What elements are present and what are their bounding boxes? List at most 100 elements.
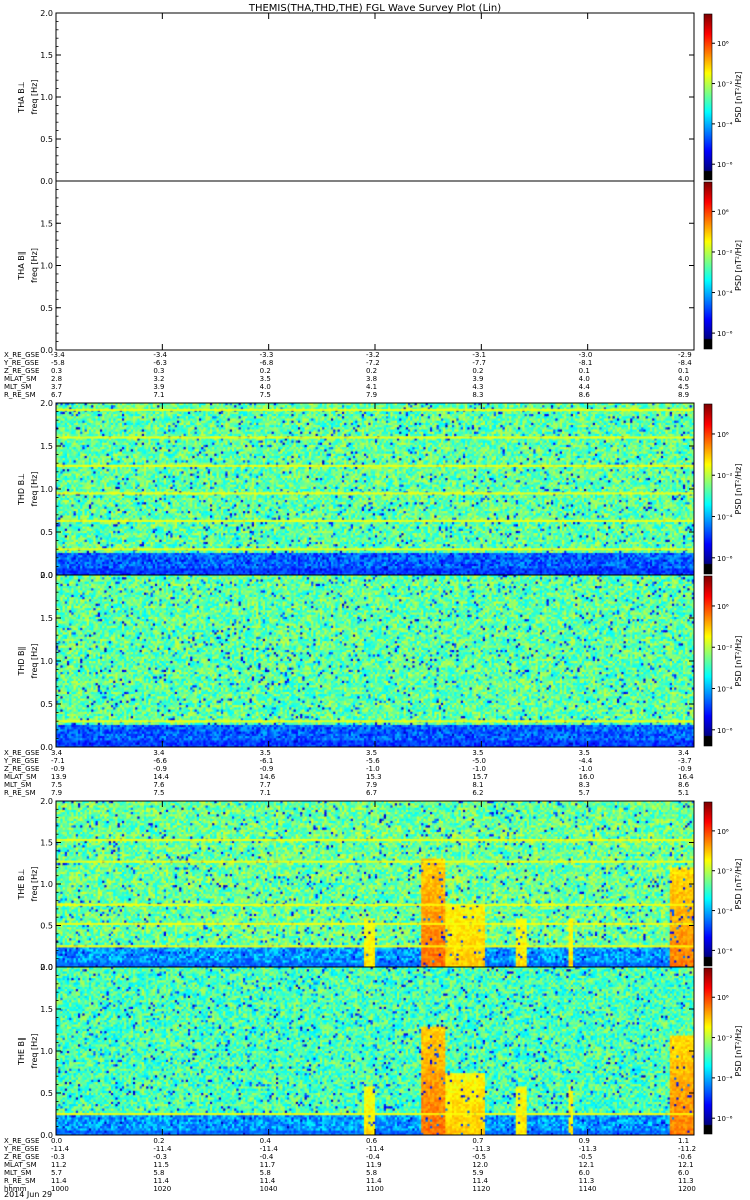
ephemeris-value: 15.3 — [366, 773, 382, 781]
ephemeris-label: R_RE_SM — [4, 789, 36, 797]
colorbar-tick-label: 10⁶ — [717, 40, 729, 48]
ephemeris-value: 8.6 — [678, 781, 690, 789]
ephemeris-value: 3.2 — [153, 375, 164, 383]
colorbar — [704, 404, 712, 574]
colorbar-label: PSD [nT²/Hz] — [734, 240, 743, 291]
ephemeris-value: 4.3 — [472, 383, 483, 391]
ephemeris-value: -0.5 — [579, 1153, 593, 1161]
ephemeris-value: 4.5 — [678, 383, 689, 391]
colorbar-tick-label: 10⁻⁴ — [717, 908, 733, 916]
ephemeris-value: 11.4 — [153, 1177, 169, 1185]
panel-label: THE B⊥ — [17, 868, 26, 900]
panel-label: THA B∥ — [17, 251, 26, 280]
ephemeris-value: 0.2 — [153, 1137, 164, 1145]
ephemeris-value: 7.9 — [366, 391, 377, 399]
y-tick-label: 1.5 — [40, 51, 53, 60]
ephemeris-value: 7.5 — [260, 391, 271, 399]
colorbar-tick-label: 10⁻⁶ — [717, 727, 733, 735]
y-tick-label: 1.0 — [40, 485, 53, 494]
y-tick-label: 1.0 — [40, 657, 53, 666]
ephemeris-value: 7.1 — [153, 391, 164, 399]
ephemeris-value: 6.7 — [51, 391, 62, 399]
ephemeris-value: 5.7 — [51, 1169, 62, 1177]
y-axis-label: freq [Hz] — [30, 248, 39, 283]
ephemeris-value: 14.6 — [260, 773, 276, 781]
ephemeris-value: 6.2 — [472, 789, 483, 797]
ephemeris-tha: X_RE_GSEY_RE_GSEZ_RE_GSEMLAT_SMMLT_SMR_R… — [3, 13, 695, 399]
y-axis-label: freq [Hz] — [30, 867, 39, 902]
ephemeris-value: 1000 — [51, 1185, 69, 1193]
y-tick-label: 1.0 — [40, 1047, 53, 1056]
ephemeris-value: 7.7 — [260, 781, 271, 789]
y-tick-label: 0.5 — [40, 1089, 53, 1098]
ephemeris-value: -11.4 — [260, 1145, 279, 1153]
ephemeris-value: 0.1 — [678, 367, 689, 375]
y-tick-label: 1.5 — [40, 219, 53, 228]
y-tick-label: 1.5 — [40, 442, 53, 451]
colorbar-tick-label: 10⁶ — [717, 603, 729, 611]
ephemeris-value: -11.4 — [51, 1145, 70, 1153]
ephemeris-value: 0.2 — [260, 367, 271, 375]
ephemeris-value: 11.2 — [51, 1161, 67, 1169]
ephemeris-value: 1100 — [366, 1185, 384, 1193]
y-tick-label: 1.0 — [40, 93, 53, 102]
y-tick-label: 2.0 — [40, 571, 53, 580]
ephemeris-value: 5.8 — [366, 1169, 377, 1177]
footer-date: 2014 Jun 29 — [4, 1190, 52, 1199]
ephemeris-value: -11.4 — [153, 1145, 172, 1153]
ephemeris-value: 11.4 — [260, 1177, 276, 1185]
ephemeris-value: 0.0 — [51, 1137, 62, 1145]
ephemeris-value: 3.5 — [260, 375, 271, 383]
ephemeris-value: 14.4 — [153, 773, 169, 781]
colorbar-tick-label: 10⁻⁴ — [717, 514, 733, 522]
ephemeris-value: 7.5 — [153, 789, 164, 797]
ephemeris-value: 11.7 — [260, 1161, 276, 1169]
ephemeris-value: 1200 — [678, 1185, 696, 1193]
panel-frame — [55, 12, 695, 182]
ephemeris-value: -0.5 — [472, 1153, 486, 1161]
ephemeris-value: -0.9 — [51, 765, 65, 773]
ephemeris-value: -1.0 — [472, 765, 486, 773]
ephemeris-value: 11.3 — [678, 1177, 694, 1185]
ephemeris-value: -0.4 — [366, 1153, 380, 1161]
ephemeris-value: 11.4 — [472, 1177, 488, 1185]
y-axis-label: freq [Hz] — [30, 1034, 39, 1069]
ephemeris-value: -3.7 — [678, 757, 692, 765]
panel-label: THA B⊥ — [17, 81, 26, 113]
ephemeris-label: Y_RE_GSE — [3, 1145, 39, 1153]
ephemeris-value: 5.7 — [579, 789, 590, 797]
ephemeris-value: -0.9 — [260, 765, 274, 773]
colorbar-tick-label: 10⁶ — [717, 828, 729, 836]
panel-tha-bperp: 0.0 0.5 1.0 1.5 2.0 THA B⊥ freq [Hz] 10⁶ 10⁻² 10⁻… — [17, 9, 743, 186]
y-tick-label: 2.0 — [40, 797, 53, 806]
ephemeris-value: 3.4 — [153, 749, 165, 757]
ephemeris-value: 3.7 — [51, 383, 62, 391]
colorbar-tick-label: 10⁻² — [717, 249, 733, 257]
ephemeris-value: 4.4 — [579, 383, 591, 391]
ephemeris-label: MLAT_SM — [4, 773, 37, 781]
colorbar-tick-label: 10⁻⁶ — [717, 330, 733, 338]
ephemeris-value: 4.0 — [678, 375, 689, 383]
ephemeris-value: 0.6 — [366, 1137, 378, 1145]
ephemeris-value: 7.9 — [366, 781, 377, 789]
ephemeris-value: -11.4 — [366, 1145, 385, 1153]
ephemeris-label: Z_RE_GSE — [4, 1153, 39, 1161]
ephemeris-value: 3.8 — [366, 375, 377, 383]
y-tick-label: 0.5 — [40, 922, 53, 931]
y-axis-label: freq [Hz] — [30, 472, 39, 507]
panel-label: THD B∥ — [17, 646, 26, 676]
ephemeris-value: 4.1 — [366, 383, 377, 391]
ephemeris-value: -8.4 — [678, 359, 692, 367]
y-tick-label: 0.0 — [40, 177, 53, 186]
ephemeris-value: -0.9 — [678, 765, 692, 773]
ephemeris-value: 2.8 — [51, 375, 62, 383]
ephemeris-value: 8.1 — [472, 781, 483, 789]
ephemeris-value: 12.1 — [678, 1161, 694, 1169]
ephemeris-value: -3.1 — [472, 351, 486, 359]
ephemeris-value: 3.5 — [260, 749, 271, 757]
colorbar-label: PSD [nT²/Hz] — [734, 859, 743, 910]
ephemeris-label: MLT_SM — [4, 383, 31, 391]
ephemeris-value: -5.8 — [51, 359, 65, 367]
colorbar-tick-label: 10⁶ — [717, 431, 729, 439]
panel-frame — [55, 180, 695, 351]
